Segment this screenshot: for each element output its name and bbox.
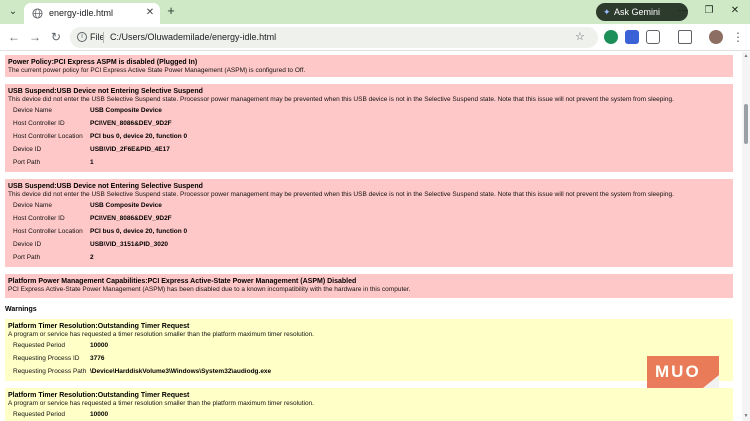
tab-search-chevron-down-icon[interactable]: ⌄	[6, 5, 20, 19]
scroll-up-arrow-icon[interactable]: ▲	[743, 53, 749, 59]
field-label: Device Name	[13, 107, 53, 114]
side-panel-icon[interactable]	[678, 30, 692, 44]
minimize-icon[interactable]: —	[676, 4, 690, 18]
error-block-usb-suspend-2: USB Suspend:USB Device not Entering Sele…	[5, 179, 733, 267]
warning-block-timer-resolution-1: Platform Timer Resolution:Outstanding Ti…	[5, 319, 733, 381]
tab-title: energy-idle.html	[49, 8, 114, 18]
field-label: Device Name	[13, 202, 53, 209]
gemini-sparkle-icon: ✦	[603, 7, 611, 17]
extensions-puzzle-icon[interactable]	[646, 30, 660, 44]
field-value: 2	[90, 254, 94, 261]
url-text[interactable]: C:/Users/Oluwademilade/energy-idle.html	[110, 31, 276, 44]
error-title: USB Suspend:USB Device not Entering Sele…	[8, 183, 203, 190]
warning-title: Platform Timer Resolution:Outstanding Ti…	[8, 323, 190, 330]
error-description: PCI Express Active-State Power Managemen…	[8, 286, 411, 293]
field-label: Port Path	[13, 254, 41, 261]
address-divider	[103, 32, 104, 43]
tab-strip: ⌄ energy-idle.html ✕ + ✦ Ask Gemini — ❐ …	[0, 0, 750, 24]
back-arrow-icon[interactable]: ←	[6, 29, 22, 45]
avatar[interactable]	[709, 30, 723, 44]
error-title: Power Policy:PCI Express ASPM is disable…	[8, 59, 198, 66]
error-block-power-policy: Power Policy:PCI Express ASPM is disable…	[5, 55, 733, 77]
field-label: Requesting Process ID	[13, 355, 80, 362]
error-title: USB Suspend:USB Device not Entering Sele…	[8, 88, 203, 95]
extension-green-icon[interactable]	[604, 30, 618, 44]
field-label: Host Controller Location	[13, 228, 83, 235]
field-label: Host Controller ID	[13, 215, 65, 222]
field-value: USB\VID_3151&PID_3020	[90, 241, 169, 248]
field-label: Device ID	[13, 241, 42, 248]
muo-watermark-logo: MUO	[647, 356, 719, 388]
field-value: PCI\VEN_8086&DEV_9D2F	[90, 215, 172, 222]
reload-icon[interactable]: ↻	[48, 29, 64, 45]
browser-toolbar: ← → ↻ i File C:/Users/Oluwademilade/ener…	[0, 24, 750, 51]
field-label: Requested Period	[13, 342, 66, 349]
field-value: USB\VID_2F6E&PID_4E17	[90, 146, 170, 153]
field-value: 10000	[90, 342, 109, 349]
field-label: Host Controller Location	[13, 133, 83, 140]
warning-description: A program or service has requested a tim…	[8, 331, 314, 338]
error-title: Platform Power Management Capabilities:P…	[8, 278, 357, 285]
field-label: Host Controller ID	[13, 120, 65, 127]
field-value: USB Composite Device	[90, 202, 162, 209]
site-info-chip[interactable]: i File	[77, 30, 105, 45]
globe-icon	[32, 8, 43, 19]
error-description: This device did not enter the USB Select…	[8, 191, 674, 198]
field-value: PCI bus 0, device 20, function 0	[90, 228, 188, 235]
address-bar[interactable]: i File C:/Users/Oluwademilade/energy-idl…	[70, 27, 598, 48]
window-close-icon[interactable]: ✕	[728, 4, 742, 18]
new-tab-button[interactable]: +	[164, 4, 178, 18]
kebab-menu-icon[interactable]: ⋮	[730, 29, 746, 45]
field-value: \Device\HarddiskVolume3\Windows\System32…	[90, 368, 272, 375]
error-block-usb-suspend-1: USB Suspend:USB Device not Entering Sele…	[5, 84, 733, 172]
warning-block-timer-resolution-2: Platform Timer Resolution:Outstanding Ti…	[5, 388, 733, 421]
error-description: The current power policy for PCI Express…	[8, 67, 306, 74]
warning-description: A program or service has requested a tim…	[8, 400, 314, 407]
restore-icon[interactable]: ❐	[702, 4, 716, 18]
forward-arrow-icon[interactable]: →	[27, 29, 43, 45]
page-scrollbar[interactable]: ▲ ▼	[742, 52, 750, 421]
report-page: Power Policy:PCI Express ASPM is disable…	[0, 52, 742, 421]
extension-blue-icon[interactable]	[625, 30, 639, 44]
watermark-text: MUO	[655, 362, 701, 381]
ask-gemini-button[interactable]: ✦ Ask Gemini	[596, 3, 688, 21]
field-label: Requesting Process Path	[13, 368, 87, 375]
error-description: This device did not enter the USB Select…	[8, 96, 674, 103]
warning-title: Platform Timer Resolution:Outstanding Ti…	[8, 392, 190, 399]
field-label: Device ID	[13, 146, 42, 153]
field-value: 1	[90, 159, 94, 166]
scrollbar-thumb[interactable]	[744, 104, 748, 144]
warnings-heading: Warnings	[5, 306, 37, 313]
field-label: Port Path	[13, 159, 41, 166]
field-value: 10000	[90, 411, 109, 418]
field-value: PCI bus 0, device 20, function 0	[90, 133, 188, 140]
star-icon[interactable]: ☆	[575, 30, 585, 45]
field-value: USB Composite Device	[90, 107, 162, 114]
scroll-down-arrow-icon[interactable]: ▼	[743, 413, 749, 419]
tab-energy-idle[interactable]: energy-idle.html ✕	[24, 3, 160, 24]
watermark-corner	[703, 375, 719, 388]
field-value: PCI\VEN_8086&DEV_9D2F	[90, 120, 172, 127]
tab-close-icon[interactable]: ✕	[144, 6, 156, 20]
error-block-aspm-disabled: Platform Power Management Capabilities:P…	[5, 274, 733, 298]
ask-gemini-label: Ask Gemini	[614, 7, 661, 17]
field-value: 3776	[90, 355, 105, 362]
info-icon: i	[77, 32, 87, 42]
field-label: Requested Period	[13, 411, 66, 418]
